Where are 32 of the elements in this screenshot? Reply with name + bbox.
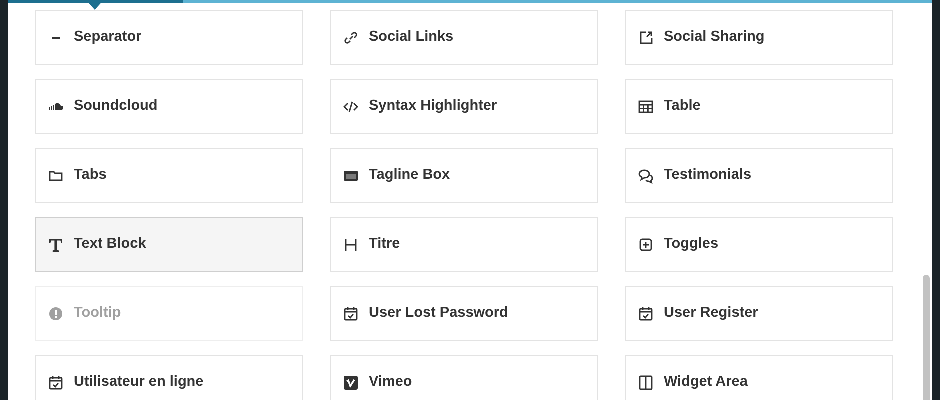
speech-bubbles-icon	[638, 168, 654, 184]
element-button[interactable]: Utilisateur en ligne	[35, 355, 303, 400]
element-button[interactable]: Titre	[330, 217, 598, 272]
element-button[interactable]: Tagline Box	[330, 148, 598, 203]
vimeo-icon	[343, 374, 359, 390]
element-button[interactable]: Social Links	[330, 10, 598, 65]
exclamation-circle-icon	[48, 306, 64, 322]
element-button[interactable]: User Register	[625, 286, 893, 341]
calendar-check-icon	[48, 374, 64, 390]
serif-t-icon	[48, 236, 64, 252]
element-button[interactable]: Syntax Highlighter	[330, 79, 598, 134]
element-button[interactable]: User Lost Password	[330, 286, 598, 341]
element-button[interactable]: Soundcloud	[35, 79, 303, 134]
element-button[interactable]: Tabs	[35, 148, 303, 203]
calendar-check-icon	[638, 306, 654, 322]
columns-icon	[638, 374, 654, 390]
element-button[interactable]: Toggles	[625, 217, 893, 272]
table-icon	[638, 98, 654, 114]
plus-square-icon	[638, 236, 654, 252]
element-button[interactable]: Table	[625, 79, 893, 134]
calendar-check-icon	[343, 306, 359, 322]
element-button[interactable]: Vimeo	[330, 355, 598, 400]
external-link-icon	[638, 30, 654, 46]
element-button[interactable]: Widget Area	[625, 355, 893, 400]
element-button[interactable]: Text Block	[35, 217, 303, 272]
link-icon	[343, 30, 359, 46]
element-button[interactable]: Social Sharing	[625, 10, 893, 65]
scrollbar-thumb[interactable]	[923, 275, 930, 400]
element-button[interactable]: Testimonials	[625, 148, 893, 203]
minus-icon	[51, 36, 61, 38]
heading-icon	[343, 236, 359, 252]
element-button[interactable]: Separator	[35, 10, 303, 65]
